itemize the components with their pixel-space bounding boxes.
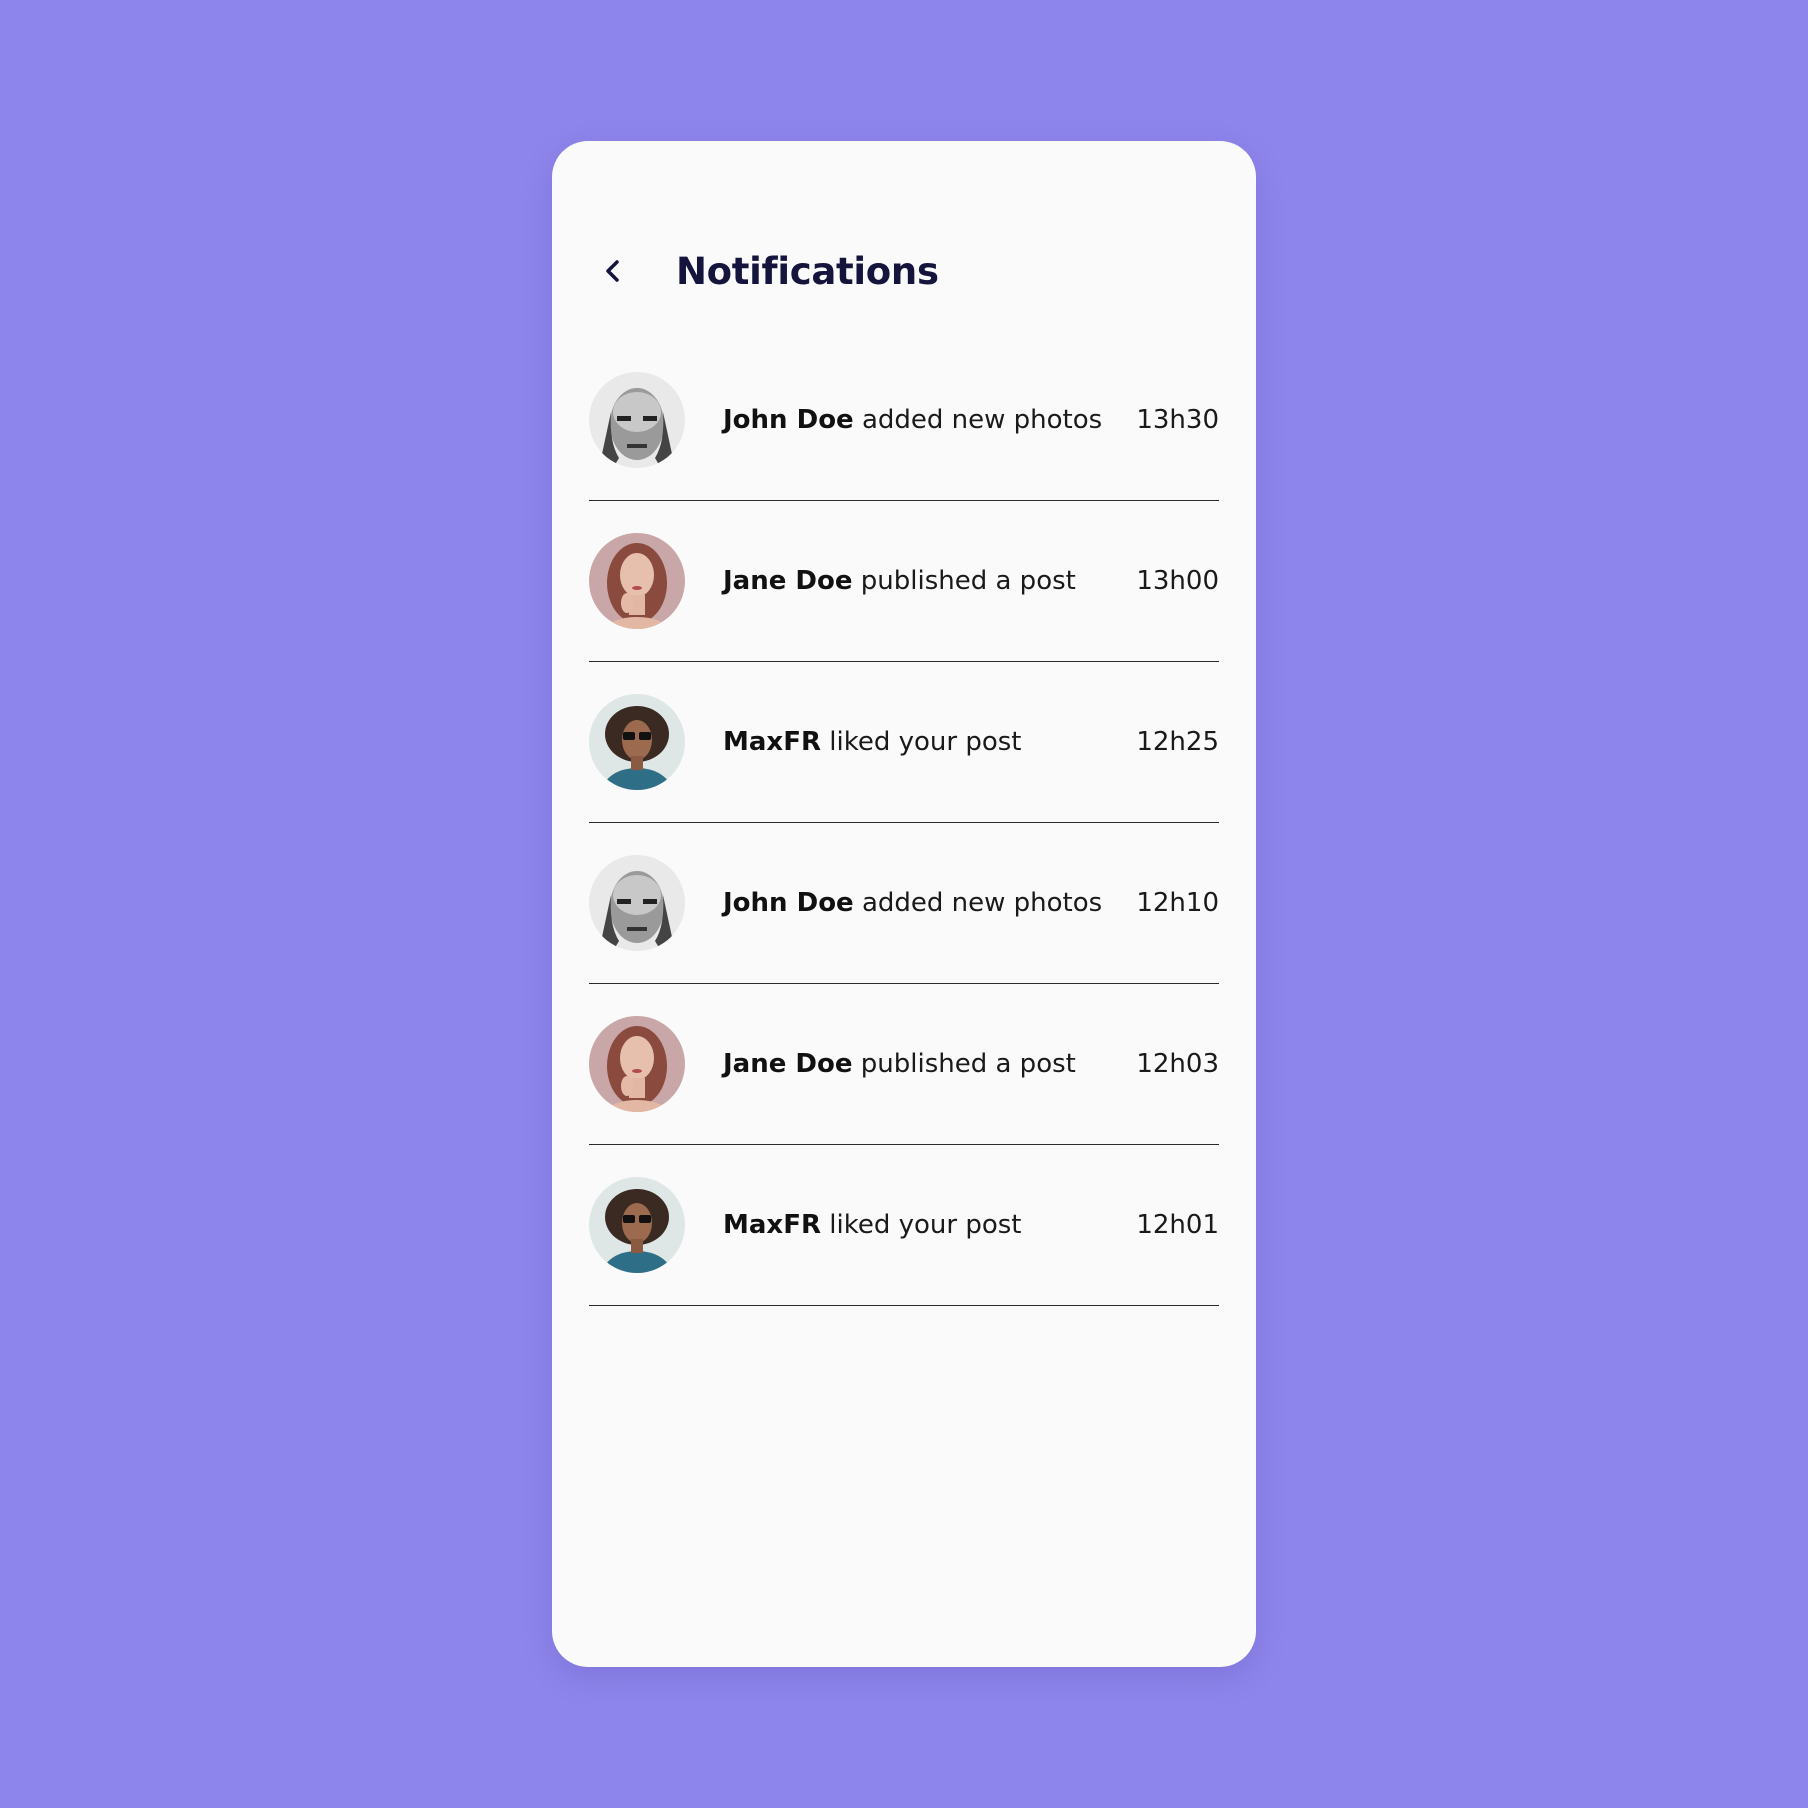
notification-action: liked your post — [820, 727, 1022, 757]
avatar — [589, 533, 685, 629]
notification-list: John Doe added new photos 13h30 Jane Doe… — [589, 340, 1219, 1306]
notification-user: MaxFR — [723, 727, 821, 757]
notification-action: published a post — [852, 566, 1076, 596]
page-title: Notifications — [676, 249, 939, 293]
notification-time: 12h10 — [1136, 888, 1219, 918]
notification-user: John Doe — [723, 405, 854, 435]
avatar — [589, 372, 685, 468]
notification-time: 13h00 — [1136, 566, 1219, 596]
notification-time: 12h25 — [1136, 727, 1219, 757]
notification-text: MaxFR liked your post — [723, 1210, 1136, 1240]
notification-action: added new photos — [853, 405, 1103, 435]
notification-time: 12h01 — [1136, 1210, 1219, 1240]
notification-user: Jane Doe — [723, 566, 853, 596]
notification-row[interactable]: John Doe added new photos 13h30 — [589, 340, 1219, 501]
avatar — [589, 694, 685, 790]
notification-row[interactable]: Jane Doe published a post 13h00 — [589, 501, 1219, 662]
back-button[interactable] — [590, 248, 636, 294]
chevron-left-icon — [606, 260, 619, 282]
notification-row[interactable]: MaxFR liked your post 12h01 — [589, 1145, 1219, 1306]
notification-time: 13h30 — [1136, 405, 1219, 435]
notification-text: John Doe added new photos — [723, 405, 1136, 435]
notification-row[interactable]: MaxFR liked your post 12h25 — [589, 662, 1219, 823]
notification-text: Jane Doe published a post — [723, 566, 1136, 596]
header: Notifications — [590, 231, 939, 311]
avatar — [589, 855, 685, 951]
notifications-card: Notifications John Doe added new photos … — [552, 141, 1256, 1667]
notification-action: published a post — [852, 1049, 1076, 1079]
notification-action: liked your post — [820, 1210, 1022, 1240]
avatar — [589, 1177, 685, 1273]
notification-user: John Doe — [723, 888, 854, 918]
notification-row[interactable]: Jane Doe published a post 12h03 — [589, 984, 1219, 1145]
notification-text: Jane Doe published a post — [723, 1049, 1136, 1079]
notification-action: added new photos — [853, 888, 1103, 918]
notification-user: Jane Doe — [723, 1049, 853, 1079]
notification-text: MaxFR liked your post — [723, 727, 1136, 757]
notification-user: MaxFR — [723, 1210, 821, 1240]
avatar — [589, 1016, 685, 1112]
notification-text: John Doe added new photos — [723, 888, 1136, 918]
notification-time: 12h03 — [1136, 1049, 1219, 1079]
notification-row[interactable]: John Doe added new photos 12h10 — [589, 823, 1219, 984]
